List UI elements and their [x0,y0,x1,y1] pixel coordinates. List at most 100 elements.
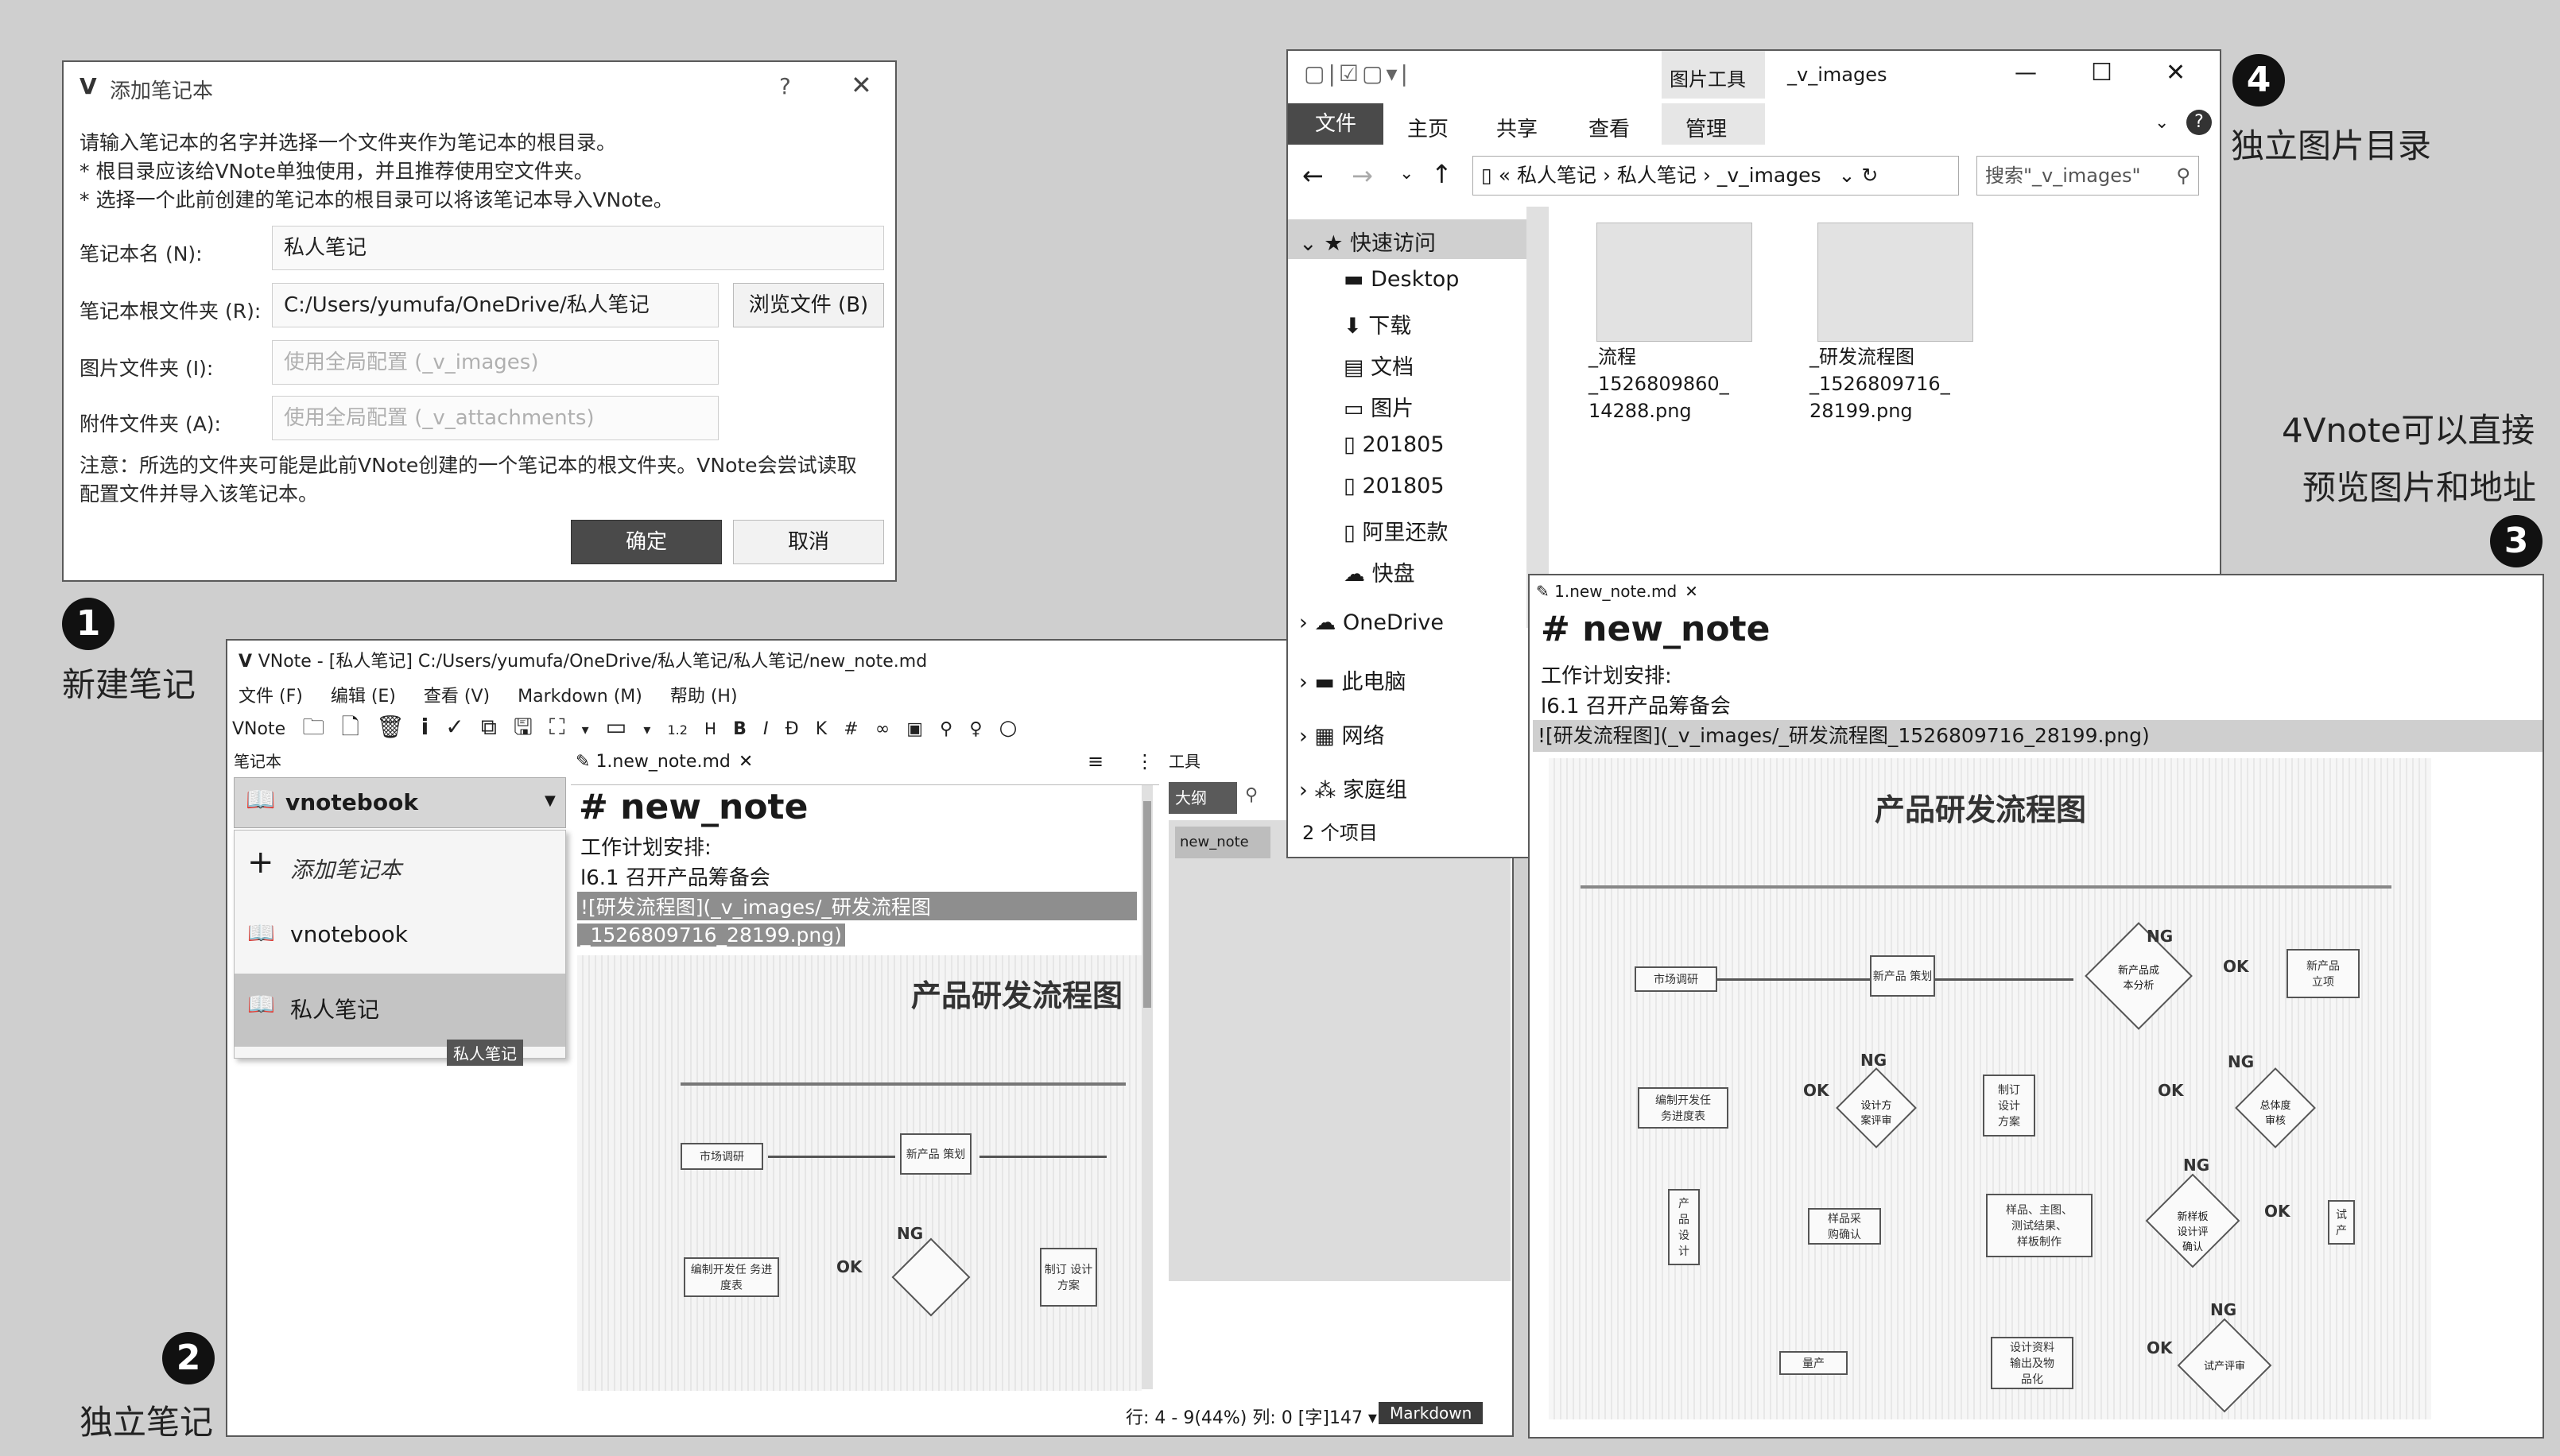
file-thumbnail[interactable] [1817,223,1973,342]
path-part[interactable]: _v_images [1717,164,1821,187]
nav-scrollbar[interactable] [1526,207,1549,628]
nav-quick-access[interactable]: ⌄ ★ 快速访问 [1299,226,1436,257]
info-icon[interactable]: i [421,714,429,740]
check-icon[interactable]: ✓ [445,714,464,740]
menu-view[interactable]: 查看 (V) [424,682,490,707]
heading-icon[interactable]: H [704,719,716,738]
scrollbar-thumb[interactable] [1143,801,1151,1008]
chevron-down-icon[interactable]: ▾ [582,722,589,738]
intro-line: * 根目录应该给VNote单独使用，并且推荐使用空文件夹。 [80,160,594,183]
file-name-2[interactable]: _研发流程图 _1526809716_ 28199.png [1809,343,1950,424]
save-icon[interactable]: 🖫 [514,711,533,749]
bold-icon[interactable]: B [733,719,747,739]
nav-this-pc[interactable]: › ▬ 此电脑 [1299,664,1406,695]
notebook-name-field[interactable]: 私人笔记 [272,226,884,270]
quick-access-toolbar[interactable]: ▢|☑▢▾| [1304,60,1411,87]
attachment-icon[interactable]: ⚲ [940,719,952,739]
menu-edit[interactable]: 编辑 (E) [331,682,396,707]
maximize-icon[interactable]: ☐ [2091,59,2112,87]
download-icon: ⬇ [1344,314,1369,339]
flow-label: OK [2147,1338,2173,1357]
circle-icon[interactable]: ○ [999,716,1018,740]
italic-icon[interactable]: I [763,719,769,739]
root-folder-field[interactable]: C:/Users/yumufa/OneDrive/私人笔记 [272,283,719,327]
mode-badge[interactable]: Markdown [1379,1402,1484,1424]
attachment-folder-field[interactable]: 使用全局配置 (_v_attachments) [272,396,719,440]
flow-label: OK [836,1257,863,1276]
menu-icon[interactable]: ≡ [1088,750,1104,773]
nav-kuaipan[interactable]: ☁ 快盘 [1344,556,1415,587]
outline-item[interactable]: new_note [1175,827,1270,858]
outline-tab[interactable]: 大纲 [1169,782,1237,814]
code-icon[interactable]: K [816,719,827,739]
close-icon[interactable]: ✕ [739,752,753,772]
search-icon[interactable]: ⚲ [1245,785,1258,805]
nav-desktop[interactable]: ▬ Desktop [1344,267,1459,292]
fullscreen-icon[interactable]: ⛶ [549,714,565,741]
address-bar[interactable]: ▯ « 私人笔记 › 私人笔记 › _v_images ⌄ ↻ [1472,156,1959,196]
file-name-1[interactable]: _流程 _1526809860_ 14288.png [1588,343,1729,424]
close-icon[interactable]: ✕ [1685,582,1698,601]
nav-folder-201805b[interactable]: ▯ 201805 [1344,474,1445,498]
notebook-item-vnotebook[interactable]: vnotebook [290,921,408,947]
delete-icon[interactable]: 🗑 [376,714,405,740]
number-icon[interactable]: 1.2 [667,722,687,738]
help-icon[interactable]: ? [2186,110,2212,135]
menu-help[interactable]: 帮助 (H) [670,682,738,707]
image-tools-tab[interactable]: 图片工具 [1670,64,1746,91]
help-icon[interactable]: ? [779,73,791,99]
ribbon-tab-file[interactable]: 文件 [1288,103,1383,145]
minimize-icon[interactable]: — [2015,59,2037,85]
lightbulb-icon[interactable]: ♀ [969,719,982,739]
path-part[interactable]: 私人笔记 [1517,164,1596,187]
nav-network[interactable]: › ▦ 网络 [1299,718,1384,749]
chevron-down-icon[interactable]: ⌄ [1399,164,1414,184]
close-icon[interactable]: ✕ [851,70,872,100]
menu-file[interactable]: 文件 (F) [239,682,303,707]
nav-pictures[interactable]: ▭ 图片 [1344,391,1414,422]
editor-image-preview: 产品研发流程图 市场调研 新产品 策划 编制开发任 务进度表 制订 设计 方案 … [577,955,1142,1391]
image-icon[interactable]: ▣ [906,719,923,739]
more-icon[interactable]: ⋮ [1135,750,1154,773]
image-folder-field[interactable]: 使用全局配置 (_v_images) [272,340,719,385]
ribbon-tab-share[interactable]: 共享 [1496,113,1538,142]
strikethrough-icon[interactable]: Đ [785,719,799,739]
nav-documents[interactable]: ▤ 文档 [1344,350,1414,381]
notebook-select[interactable]: 📖 vnotebook ▼ [234,777,566,828]
chevron-down-icon[interactable]: ⌄ [2155,113,2169,133]
close-icon[interactable]: ✕ [2166,59,2186,87]
ribbon-tab-manage[interactable]: 管理 [1685,113,1727,142]
path-part[interactable]: 私人笔记 [1617,164,1697,187]
add-notebook-item[interactable]: 添加笔记本 [290,853,401,885]
chevron-down-icon[interactable]: ⌄ [1838,164,1855,187]
chevron-down-icon[interactable]: ▾ [643,722,650,738]
back-icon[interactable]: ← [1302,161,1324,191]
tab-new-note[interactable]: ✎ 1.new_note.md ✕ [576,752,753,772]
browse-button[interactable]: 浏览文件 (B) [733,283,884,327]
nav-onedrive[interactable]: › ☁ OneDrive [1299,610,1444,635]
link-icon[interactable]: ∞ [875,719,890,739]
editor-scrollbar[interactable] [1142,785,1153,1389]
ribbon-tab-view[interactable]: 查看 [1588,113,1630,142]
hash-icon[interactable]: # [844,719,858,739]
nav-folder-201805[interactable]: ▯ 201805 [1344,432,1445,457]
ribbon-tab-home[interactable]: 主页 [1407,113,1449,142]
search-input[interactable]: 搜索"_v_images" ⚲ [1976,156,2199,196]
new-note-icon[interactable]: 🗋 [341,711,359,749]
new-folder-icon[interactable]: 🗀 [302,711,324,749]
flow-diamond-label: 试产评审 [2203,1361,2245,1373]
copy-icon[interactable]: ⧉ [481,714,497,741]
nav-folder-repay[interactable]: ▯ 阿里还款 [1344,515,1448,546]
window-icon[interactable]: ▭ [606,714,626,740]
preview-tab[interactable]: ✎ 1.new_note.md ✕ [1530,575,1736,607]
menu-markdown[interactable]: Markdown (M) [518,687,642,707]
cancel-button[interactable]: 取消 [733,520,884,564]
refresh-icon[interactable]: ↻ [1861,164,1878,187]
nav-downloads[interactable]: ⬇ 下载 [1344,308,1411,339]
file-thumbnail[interactable] [1596,223,1752,342]
notebook-item-private[interactable]: 📖 私人笔记 [235,974,565,1047]
ok-button[interactable]: 确定 [571,520,722,564]
forward-icon[interactable]: → [1352,161,1373,191]
up-icon[interactable]: ↑ [1431,159,1453,189]
nav-homegroup[interactable]: › ⁂ 家庭组 [1299,773,1407,804]
